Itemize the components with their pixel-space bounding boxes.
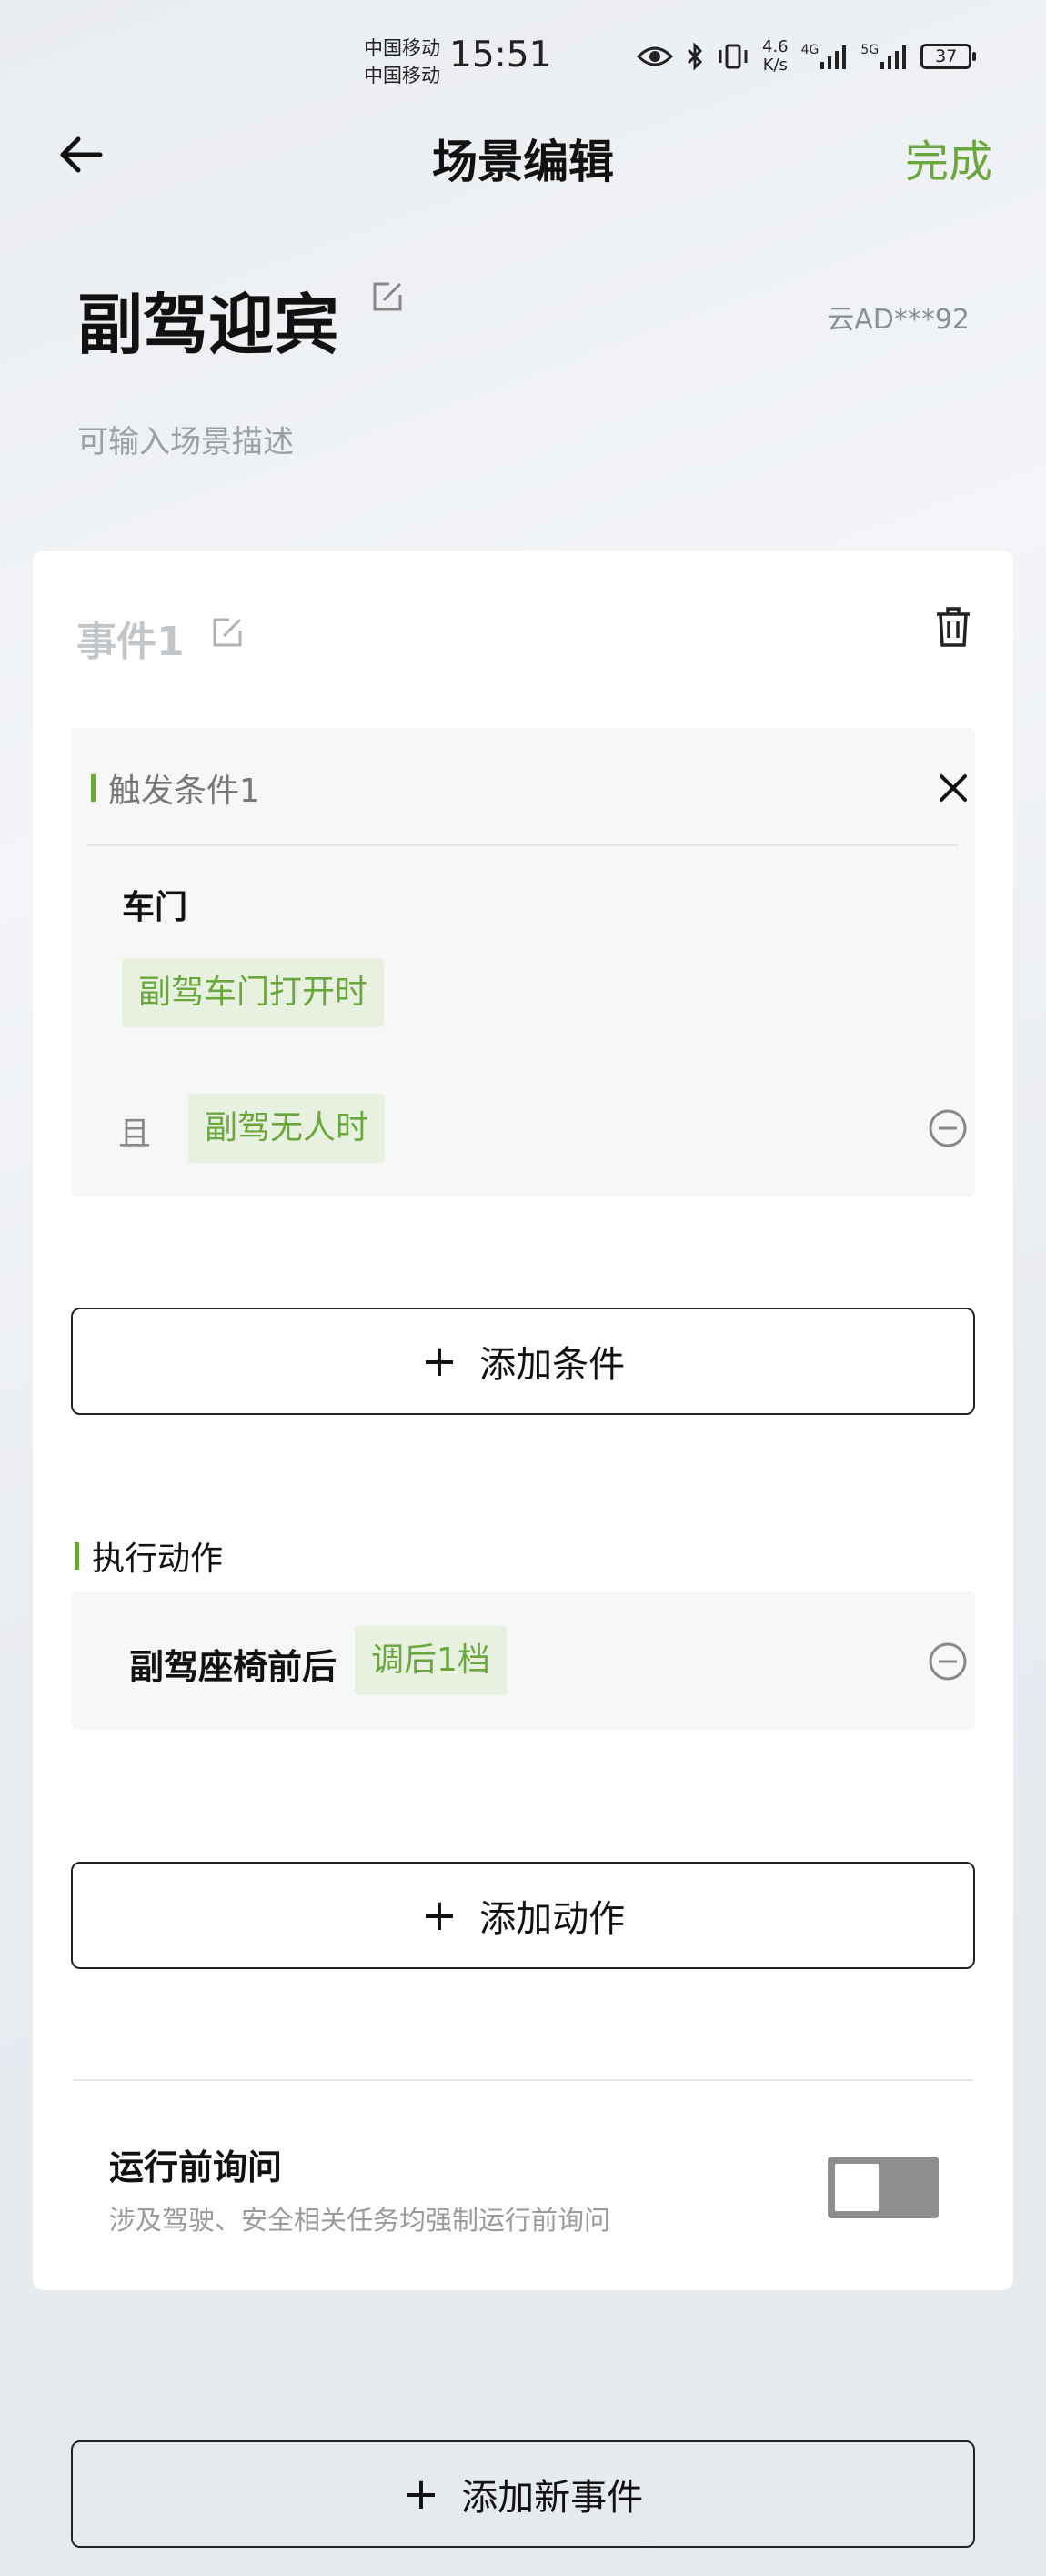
add-event-button[interactable]: + 添加新事件 xyxy=(71,2440,975,2548)
action-name: 副驾座椅前后 xyxy=(129,1647,337,1687)
signal-bars-icon xyxy=(880,45,907,69)
divider xyxy=(87,844,959,846)
plus-icon: + xyxy=(420,1890,458,1941)
plus-icon: + xyxy=(402,2469,440,2520)
close-icon[interactable] xyxy=(937,772,970,804)
edit-icon[interactable] xyxy=(211,616,244,649)
ask-before-run-title: 运行前询问 xyxy=(109,2147,283,2187)
action-item: 副驾座椅前后 调后1档 xyxy=(71,1591,975,1730)
and-label: 且 xyxy=(118,1116,152,1153)
signal-1: 4G xyxy=(801,44,849,69)
status-bar: 中国移动 中国移动 15:51 4.6 K/s 4G 5G 37 xyxy=(0,0,1046,123)
bluetooth-icon xyxy=(687,42,703,71)
trigger-condition-header: 触发条件1 xyxy=(91,764,260,812)
carrier-label-1: 中国移动 xyxy=(364,37,440,59)
trigger-condition-box: 触发条件1 车门 副驾车门打开时 且 副驾无人时 xyxy=(71,728,975,1197)
event-card: 事件1 触发条件1 车门 副驾车门打开时 且 副驾无人时 + 添加条件 执行动作… xyxy=(33,551,1013,2290)
add-condition-button[interactable]: + 添加条件 xyxy=(71,1308,975,1415)
signal-1-label: 4G xyxy=(800,43,820,57)
signal-2: 5G xyxy=(860,44,908,69)
accent-bar xyxy=(75,1542,79,1570)
ask-before-run-subtitle: 涉及驾驶、安全相关任务均强制运行前询问 xyxy=(109,2205,611,2236)
remove-condition-icon[interactable] xyxy=(927,1107,969,1149)
scene-name: 副驾迎宾 xyxy=(77,287,340,363)
plus-icon: + xyxy=(420,1336,458,1387)
accent-bar xyxy=(91,774,96,802)
signal-bars-icon xyxy=(820,45,847,69)
carrier-label-2: 中国移动 xyxy=(364,65,440,86)
action-section-label: 执行动作 xyxy=(92,1541,224,1578)
trash-icon[interactable] xyxy=(933,605,973,649)
carrier-info: 中国移动 中国移动 xyxy=(364,35,440,89)
scene-description-input[interactable]: 可输入场景描述 xyxy=(77,417,294,461)
add-condition-label: 添加条件 xyxy=(479,1344,626,1386)
event-title: 事件1 xyxy=(76,619,185,665)
eye-icon xyxy=(637,46,673,66)
network-speed: 4.6 K/s xyxy=(762,38,789,75)
condition-device: 车门 xyxy=(122,889,188,926)
status-time: 15:51 xyxy=(449,35,552,76)
remove-action-icon[interactable] xyxy=(927,1641,969,1682)
trigger-condition-label: 触发条件1 xyxy=(108,773,260,810)
action-section-header: 执行动作 xyxy=(75,1532,223,1580)
add-action-button[interactable]: + 添加动作 xyxy=(71,1862,975,1969)
status-icons: 4.6 K/s 4G 5G 37 xyxy=(637,38,977,75)
signal-2-label: 5G xyxy=(860,43,880,57)
vibrate-icon xyxy=(719,44,748,69)
net-speed-unit: K/s xyxy=(762,56,788,75)
edit-icon[interactable] xyxy=(371,280,404,313)
ask-before-run-toggle[interactable] xyxy=(828,2157,939,2218)
add-action-label: 添加动作 xyxy=(479,1898,626,1940)
divider xyxy=(73,2079,973,2081)
battery-icon: 37 xyxy=(920,44,977,69)
add-event-label: 添加新事件 xyxy=(461,2477,644,2519)
done-button[interactable]: 完成 xyxy=(905,126,992,189)
action-value-chip[interactable]: 调后1档 xyxy=(355,1626,507,1695)
condition-chip[interactable]: 副驾车门打开时 xyxy=(122,958,385,1027)
vehicle-plate: 云AD***92 xyxy=(827,304,970,336)
page-title: 场景编辑 xyxy=(432,136,614,188)
net-speed-value: 4.6 xyxy=(762,37,789,56)
and-condition-chip[interactable]: 副驾无人时 xyxy=(188,1094,386,1163)
toggle-knob xyxy=(835,2164,879,2211)
